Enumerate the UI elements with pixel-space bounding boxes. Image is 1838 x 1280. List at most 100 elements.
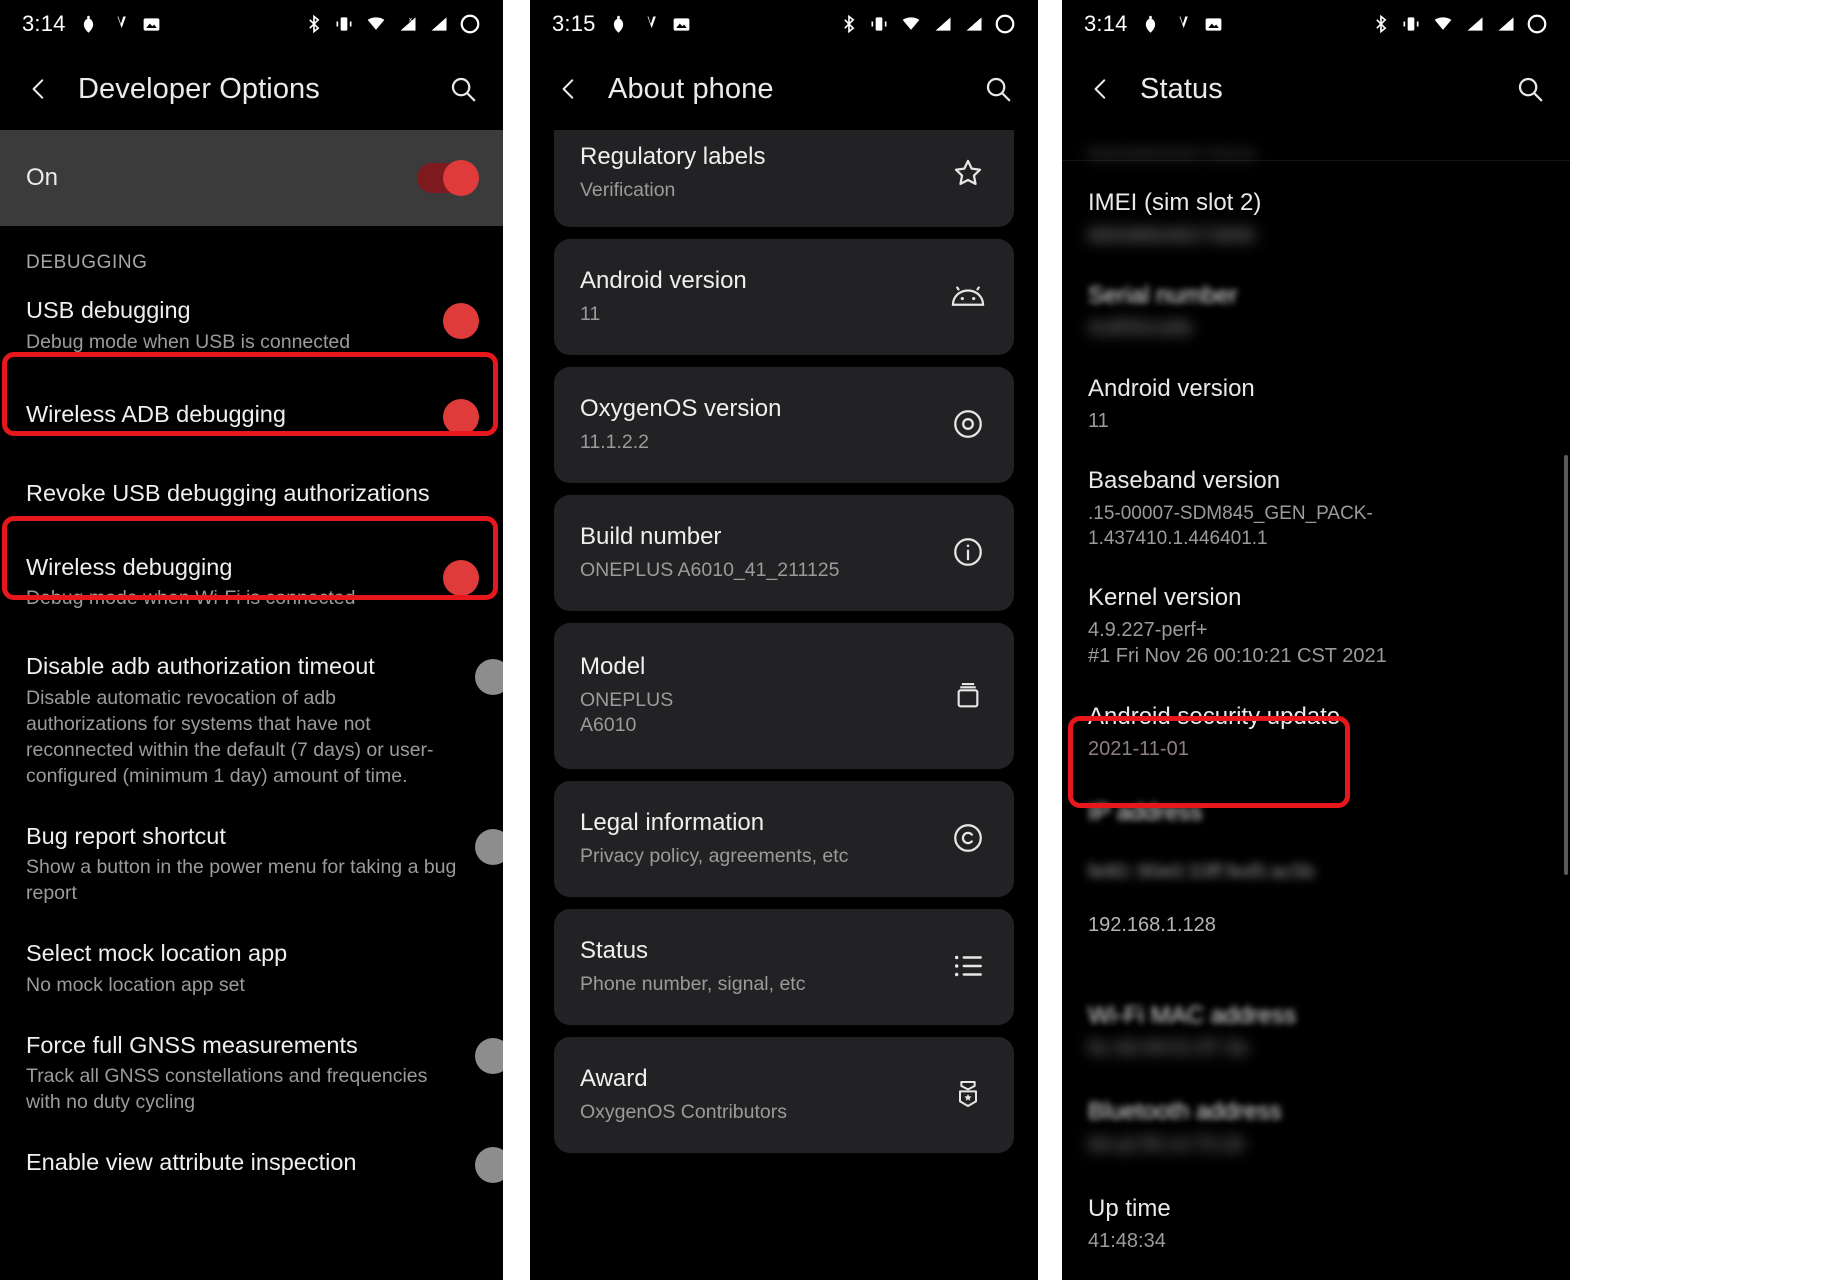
setting-row-usb-debugging[interactable]: USB debugging Debug mode when USB is con… <box>0 280 503 372</box>
setting-row-wireless-debugging[interactable]: Wireless debugging Debug mode when Wi-Fi… <box>0 531 503 637</box>
app-bar: About phone <box>530 48 1038 130</box>
card-subtitle: ONEPLUS A6010 <box>580 689 674 737</box>
status-row-imei-sim-slot-1[interactable]: 869386048273018 <box>1062 130 1570 170</box>
info-icon <box>948 532 988 572</box>
setting-row-wireless-adb-debugging[interactable]: Wireless ADB debugging <box>0 372 503 458</box>
status-row-ip-address[interactable]: IP address fe80::90e0:33ff:fed5:ac5b 192… <box>1062 776 1570 978</box>
card-title: OxygenOS version <box>580 394 782 422</box>
android-icon <box>948 276 988 316</box>
wifi-icon <box>1431 14 1455 34</box>
status-bar: 3:14 <box>1062 0 1570 48</box>
status-row-wifi-mac-address[interactable]: Wi-Fi MAC address 6c:4d:49:01:87:3e <box>1062 979 1570 1076</box>
battery-icon <box>994 13 1016 35</box>
status-row-serial-number[interactable]: Serial number 4c8f2b1a9e <box>1062 263 1570 356</box>
card-subtitle: 11 <box>580 302 601 325</box>
card-title: Android version <box>580 266 747 294</box>
svg-text:x: x <box>409 17 413 24</box>
status-list: 869386048273018 IMEI (sim slot 2) 869386… <box>1062 130 1570 1269</box>
status-value: 41:48:34 <box>1088 1230 1166 1253</box>
battery-icon <box>459 13 481 35</box>
star-icon <box>948 153 988 193</box>
screenshot-icon <box>671 14 692 35</box>
setting-row-enable-view-attribute-inspection[interactable]: Enable view attribute inspection <box>0 1132 503 1194</box>
alarm-icon <box>608 14 629 35</box>
card-regulatory-labels[interactable]: Regulatory labels Verification <box>554 130 1014 228</box>
alarm-icon <box>78 14 99 35</box>
search-icon[interactable] <box>1512 71 1548 107</box>
status-value: 4c8f2b1a9e <box>1088 317 1193 340</box>
setting-title: Force full GNSS measurements <box>26 1031 358 1058</box>
card-status[interactable]: Status Phone number, signal, etc <box>554 909 1014 1026</box>
card-model[interactable]: Model ONEPLUS A6010 <box>554 623 1014 770</box>
status-title: Baseband version <box>1088 467 1281 495</box>
status-value: 869386048273018 <box>1088 140 1255 162</box>
status-bar: 3:14 <box>0 0 503 48</box>
status-value-ipv6: fe80::90e0:33ff:fed5:ac5b <box>1088 861 1315 884</box>
vpn-icon <box>110 14 130 34</box>
status-value: 11 <box>1088 409 1109 432</box>
status-value: 64:a2:f9:14:75:20 <box>1088 1133 1244 1156</box>
search-icon[interactable] <box>980 71 1016 107</box>
status-title: Android security update <box>1088 702 1341 730</box>
phone-screen-developer-options: 3:14 x Developer Options On DEBUGGING US… <box>0 0 503 1280</box>
target-circle-icon <box>948 404 988 444</box>
status-bar: 3:15 <box>530 0 1038 48</box>
back-button[interactable] <box>1084 72 1118 106</box>
status-row-android-security-update[interactable]: Android security update 2021-11-01 <box>1062 684 1570 777</box>
list-icon <box>948 946 988 986</box>
app-bar: Status <box>1062 48 1570 130</box>
status-title: IP address <box>1088 799 1203 827</box>
status-row-kernel-version[interactable]: Kernel version 4.9.227-perf+ #1 Fri Nov … <box>1062 565 1570 684</box>
card-oxygenos-version[interactable]: OxygenOS version 11.1.2.2 <box>554 367 1014 484</box>
panel-gap <box>1038 0 1062 1280</box>
signal-2-icon <box>1495 14 1517 34</box>
setting-title: Wireless debugging <box>26 553 233 580</box>
status-row-imei-sim-slot-2[interactable]: IMEI (sim slot 2) 869386048273000 <box>1062 170 1570 263</box>
setting-title: Disable adb authorization timeout <box>26 653 375 680</box>
setting-row-revoke-usb-authorizations[interactable]: Revoke USB debugging authorizations <box>0 457 503 531</box>
search-icon[interactable] <box>445 71 481 107</box>
medal-icon <box>948 1074 988 1114</box>
phone-screen-status: 3:14 Status 869386048273018 IMEI (sim sl… <box>1062 0 1570 1280</box>
status-bar-clock: 3:14 <box>22 11 66 36</box>
card-subtitle: 11.1.2.2 <box>580 430 650 453</box>
setting-row-bug-report-shortcut[interactable]: Bug report shortcut Show a button in the… <box>0 806 503 923</box>
status-row-baseband-version[interactable]: Baseband version .15-00007-SDM845_GEN_PA… <box>1062 448 1570 564</box>
copyright-icon <box>948 818 988 858</box>
card-android-version[interactable]: Android version 11 <box>554 239 1014 356</box>
back-button[interactable] <box>552 72 586 106</box>
vibrate-icon <box>1400 14 1422 34</box>
setting-row-select-mock-location-app[interactable]: Select mock location app No mock locatio… <box>0 923 503 1015</box>
signal-1-icon <box>932 14 954 34</box>
screenshot-icon <box>1203 14 1224 35</box>
setting-row-force-full-gnss-measurements[interactable]: Force full GNSS measurements Track all G… <box>0 1015 503 1132</box>
signal-1-icon: x <box>397 14 419 34</box>
scrollbar[interactable] <box>1564 455 1568 875</box>
setting-row-disable-adb-authorization-timeout[interactable]: Disable adb authorization timeout Disabl… <box>0 636 503 805</box>
vpn-icon <box>640 14 660 34</box>
status-value-ipv4: 192.168.1.128 <box>1088 913 1216 936</box>
status-title: Android version <box>1088 374 1255 402</box>
developer-options-master-toggle-row[interactable]: On <box>0 130 503 226</box>
card-legal-information[interactable]: Legal information Privacy policy, agreem… <box>554 781 1014 898</box>
battery-icon <box>1526 13 1548 35</box>
master-toggle-switch[interactable] <box>417 160 479 196</box>
setting-title: Bug report shortcut <box>26 822 226 849</box>
status-row-android-version[interactable]: Android version 11 <box>1062 356 1570 449</box>
card-subtitle: Phone number, signal, etc <box>580 972 806 995</box>
card-subtitle: OxygenOS Contributors <box>580 1100 788 1123</box>
alarm-icon <box>1140 14 1161 35</box>
setting-subtitle: Track all GNSS constellations and freque… <box>26 1065 428 1114</box>
back-button[interactable] <box>22 72 56 106</box>
about-phone-card-list: Regulatory labels Verification Android v… <box>530 130 1038 1154</box>
status-row-up-time[interactable]: Up time 41:48:34 <box>1062 1172 1570 1269</box>
status-row-bluetooth-address[interactable]: Bluetooth address 64:a2:f9:14:75:20 <box>1062 1075 1570 1172</box>
card-build-number[interactable]: Build number ONEPLUS A6010_41_211125 <box>554 495 1014 612</box>
wifi-icon <box>364 14 388 34</box>
status-value: 4.9.227-perf+ #1 Fri Nov 26 00:10:21 CST… <box>1088 619 1387 668</box>
card-award[interactable]: Award OxygenOS Contributors <box>554 1037 1014 1154</box>
status-title: Kernel version <box>1088 583 1242 611</box>
status-bar-clock: 3:15 <box>552 11 596 36</box>
app-bar: Developer Options <box>0 48 503 130</box>
status-value: fe80::90e0:33ff:fed5:ac5b 192.168.1.128 <box>1088 833 1544 965</box>
